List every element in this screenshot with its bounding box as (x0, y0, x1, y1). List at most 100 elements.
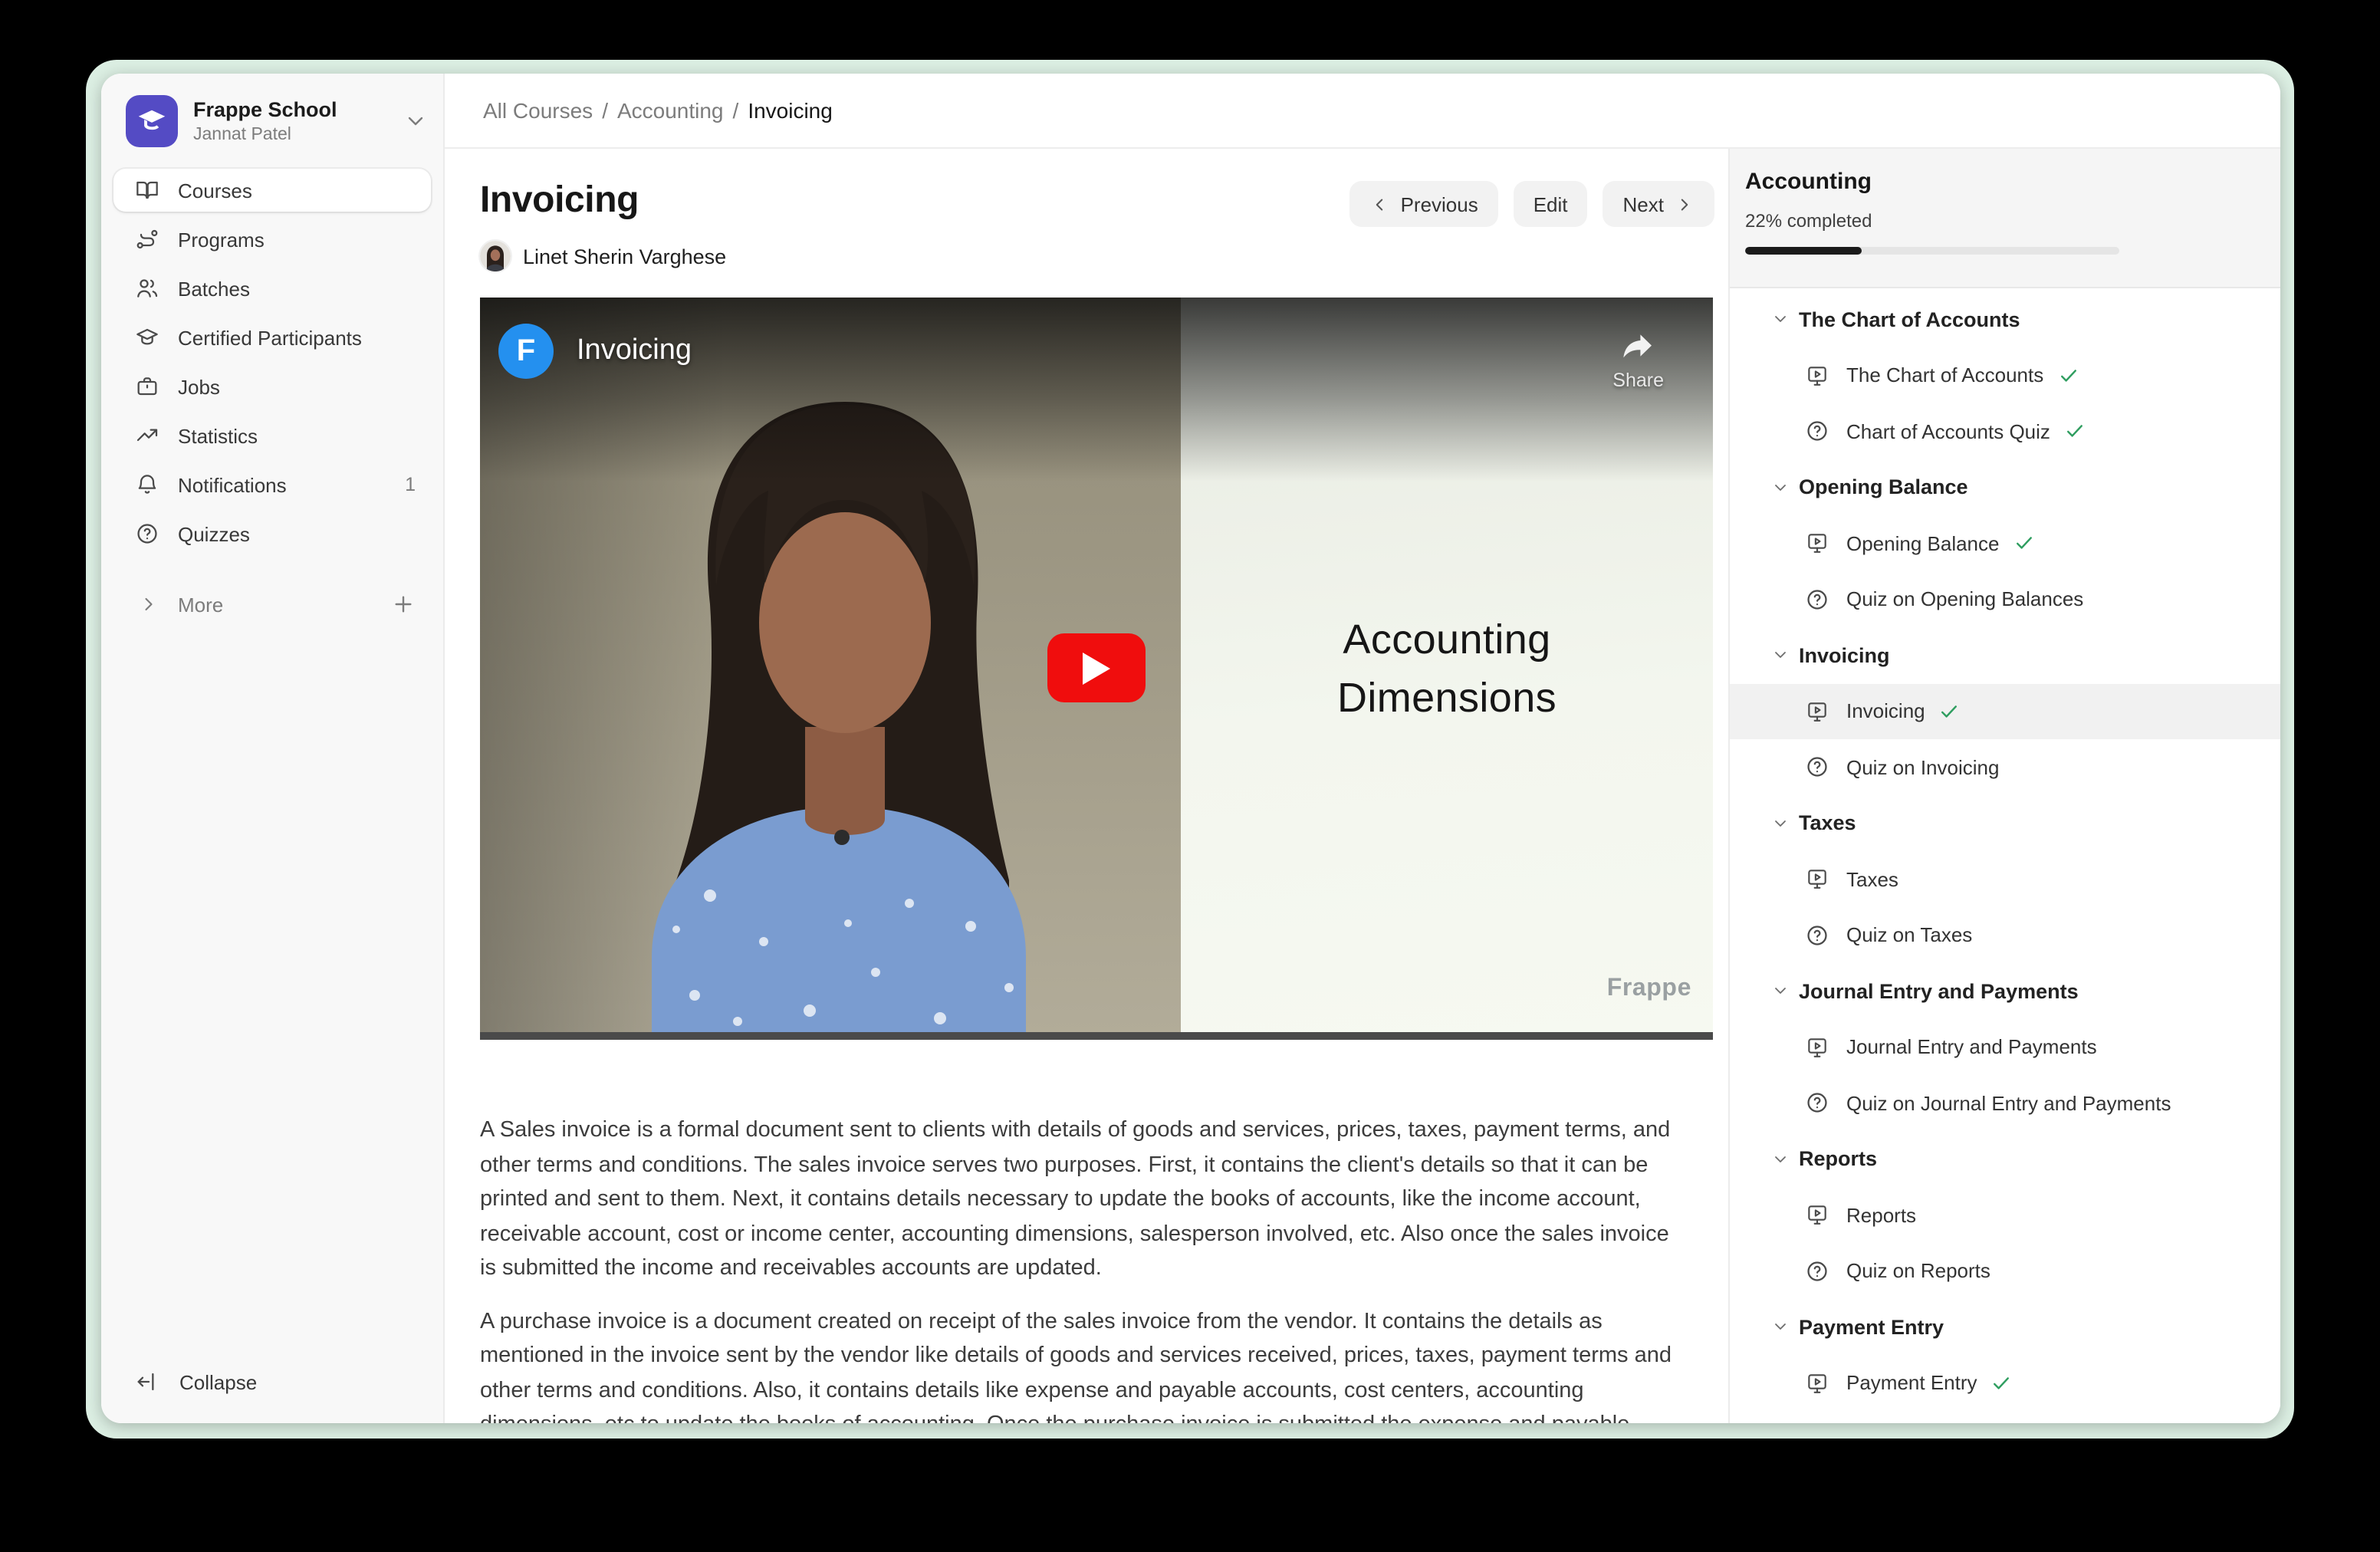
video-progress-bar[interactable] (480, 1032, 1713, 1040)
sidebar-item-programs[interactable]: Programs (113, 218, 431, 261)
notification-count-badge: 1 (405, 474, 419, 495)
quiz-item[interactable]: Quiz on Opening Balances (1730, 571, 2280, 627)
previous-button[interactable]: Previous (1350, 181, 1498, 227)
lesson-item-label: The Chart of Accounts (1846, 364, 2043, 387)
video-title[interactable]: Invoicing (577, 334, 692, 368)
sidebar-item-certified-participants[interactable]: Certified Participants (113, 316, 431, 359)
progress-label: 22% completed (1745, 210, 2244, 232)
school-logo (126, 95, 178, 147)
section-chart-of-accounts[interactable]: The Chart of Accounts (1730, 291, 2280, 347)
monitor-play-icon (1805, 1371, 1829, 1396)
sidebar-item-notifications[interactable]: Notifications 1 (113, 463, 431, 506)
plus-icon[interactable] (391, 592, 416, 617)
sidebar-item-label: Quizzes (178, 522, 419, 545)
monitor-play-icon (1805, 699, 1829, 724)
section-title: Reports (1799, 1148, 1877, 1171)
section-journal-entry[interactable]: Journal Entry and Payments (1730, 963, 2280, 1019)
chevron-down-icon[interactable] (403, 109, 428, 133)
breadcrumb-current: Invoicing (748, 98, 833, 123)
edit-button[interactable]: Edit (1514, 181, 1588, 227)
programs-icon (135, 227, 159, 252)
lesson-item-label: Opening Balance (1846, 532, 2000, 555)
lesson-item-label: Reports (1846, 1204, 1916, 1227)
section-payment-entry[interactable]: Payment Entry (1730, 1299, 2280, 1355)
sidebar-collapse-button[interactable]: Collapse (113, 1359, 431, 1405)
chevron-down-icon (1771, 982, 1790, 1001)
section-title: Payment Entry (1799, 1316, 1944, 1339)
chevron-right-icon (1675, 194, 1695, 214)
school-name: Frappe School (193, 97, 403, 122)
quiz-item-label: Quiz on Journal Entry and Payments (1846, 1092, 2171, 1115)
quiz-item[interactable]: Quiz on Taxes (1730, 907, 2280, 963)
users-icon (135, 276, 159, 301)
graduation-cap-icon (135, 104, 169, 138)
chevron-down-icon (1771, 1150, 1790, 1169)
quiz-item[interactable]: Chart of Accounts Quiz (1730, 403, 2280, 459)
sidebar-item-courses[interactable]: Courses (113, 169, 431, 212)
quiz-item[interactable]: Quiz on Reports (1730, 1243, 2280, 1299)
lesson-author: Linet Sherin Varghese (523, 245, 726, 268)
breadcrumb-accounting[interactable]: Accounting (617, 98, 724, 123)
chevron-down-icon (1771, 814, 1790, 833)
quiz-item-label: Chart of Accounts Quiz (1846, 420, 2050, 443)
lesson-paragraph: A Sales invoice is a formal document sen… (480, 1113, 1679, 1286)
lesson-item[interactable]: Journal Entry and Payments (1730, 1019, 2280, 1075)
frappe-logo-icon[interactable]: F (498, 324, 554, 379)
lesson-item-label: Journal Entry and Payments (1846, 1036, 2097, 1059)
quiz-item-label: Quiz on Reports (1846, 1260, 1990, 1283)
lesson-item-label: Invoicing (1846, 700, 1925, 723)
check-icon (2057, 365, 2079, 386)
section-invoicing[interactable]: Invoicing (1730, 627, 2280, 683)
lesson-item[interactable]: The Chart of Accounts (1730, 347, 2280, 403)
monitor-play-icon (1805, 1035, 1829, 1060)
sidebar-item-statistics[interactable]: Statistics (113, 414, 431, 457)
chevron-right-icon (138, 594, 159, 615)
section-title: Opening Balance (1799, 476, 1968, 499)
breadcrumb-all-courses[interactable]: All Courses (483, 98, 593, 123)
lesson-item[interactable]: Opening Balance (1730, 515, 2280, 571)
quiz-item-label: Quiz on Opening Balances (1846, 588, 2083, 611)
next-button-label: Next (1623, 192, 1664, 215)
lesson-item[interactable]: Taxes (1730, 851, 2280, 907)
section-title: Invoicing (1799, 644, 1890, 667)
share-button[interactable]: Share (1612, 328, 1664, 391)
chevron-down-icon (1771, 1318, 1790, 1337)
sidebar-item-quizzes[interactable]: Quizzes (113, 512, 431, 555)
video-player[interactable]: Accounting Dimensions Frappe F Invoicing (480, 298, 1713, 1040)
lesson-item-label: Taxes (1846, 868, 1898, 891)
chevron-down-icon (1771, 311, 1790, 329)
lesson-item-active[interactable]: Invoicing (1730, 683, 2280, 739)
quiz-item[interactable]: Quiz on Invoicing (1730, 739, 2280, 795)
trending-up-icon (135, 423, 159, 448)
next-button[interactable]: Next (1603, 181, 1714, 227)
sidebar-item-batches[interactable]: Batches (113, 267, 431, 310)
chevron-left-icon (1370, 194, 1390, 214)
sidebar-more-label: More (178, 593, 391, 616)
quiz-item[interactable]: Quiz on Journal Entry and Payments (1730, 1075, 2280, 1131)
sidebar-more[interactable]: More (113, 583, 431, 626)
edit-button-label: Edit (1534, 192, 1568, 215)
sidebar-item-jobs[interactable]: Jobs (113, 365, 431, 408)
course-outline-header: Accounting 22% completed (1730, 149, 2280, 288)
previous-button-label: Previous (1401, 192, 1478, 215)
progress-bar (1745, 247, 2119, 255)
slide-title-line2: Dimensions (1337, 669, 1557, 727)
quiz-item-label: Quiz on Invoicing (1846, 756, 1999, 779)
quiz-icon (1805, 755, 1829, 780)
play-button[interactable] (1047, 633, 1146, 702)
topbar: All Courses / Accounting / Invoicing (445, 74, 2280, 149)
check-icon (2013, 533, 2035, 554)
lesson-item-label: Payment Entry (1846, 1372, 1977, 1395)
quiz-icon (1805, 419, 1829, 444)
section-taxes[interactable]: Taxes (1730, 795, 2280, 851)
sidebar-item-label: Notifications (178, 473, 405, 496)
sidebar-item-label: Programs (178, 228, 419, 251)
play-icon (1080, 649, 1113, 686)
lesson-item[interactable]: Reports (1730, 1187, 2280, 1243)
workspace-switcher[interactable]: Frappe School Jannat Patel (101, 74, 443, 163)
section-opening-balance[interactable]: Opening Balance (1730, 459, 2280, 515)
quiz-icon (1805, 923, 1829, 948)
section-reports[interactable]: Reports (1730, 1131, 2280, 1187)
book-open-icon (135, 178, 159, 202)
lesson-item[interactable]: Payment Entry (1730, 1355, 2280, 1411)
